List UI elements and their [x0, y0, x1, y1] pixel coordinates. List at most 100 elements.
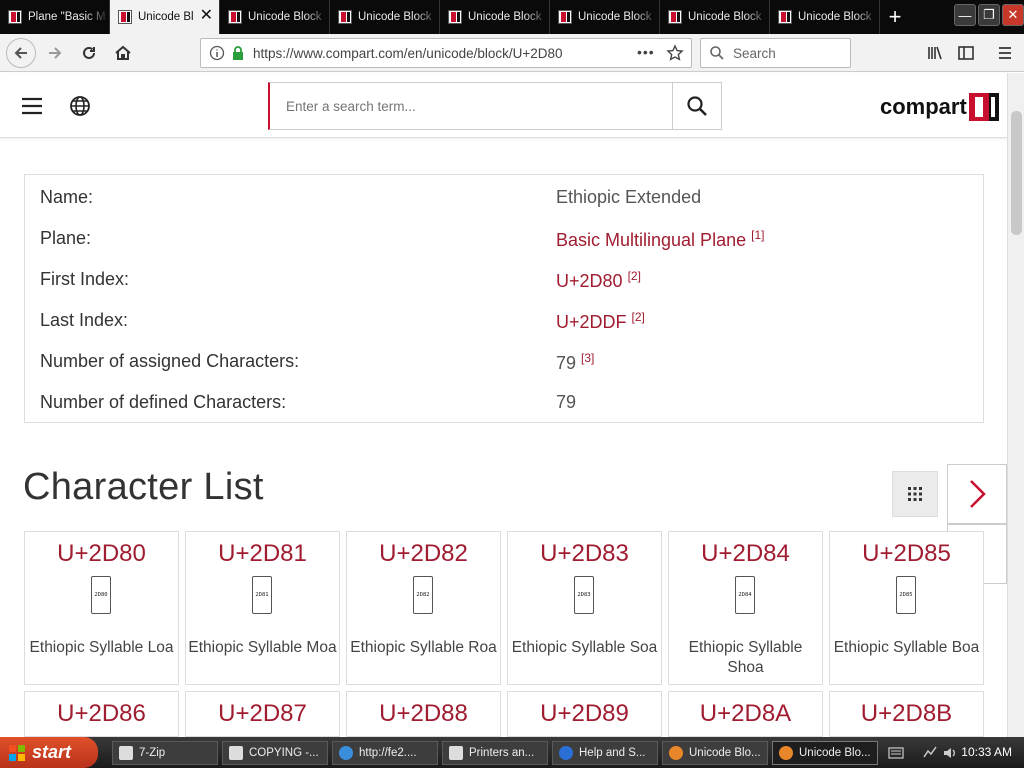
info-row-assigned: Number of assigned Characters: 79 [3] [25, 351, 983, 392]
character-card[interactable]: U+2D84 2D84 Ethiopic Syllable Shoa [668, 531, 823, 685]
character-card[interactable]: U+2D85 2D85 Ethiopic Syllable Boa [829, 531, 984, 685]
browser-tab-bar: Plane "Basic M Unicode Bl ✕ Unicode Block… [0, 0, 1024, 34]
taskbar-item-label: 7-Zip [139, 747, 166, 759]
browser-tab[interactable]: Unicode Block [770, 0, 880, 34]
lock-icon [233, 46, 243, 60]
character-card[interactable]: U+2D8B [829, 691, 984, 737]
windows-taskbar: start 7-Zip COPYING -... http://fe2.... … [0, 737, 1024, 768]
compart-logo[interactable]: compart [880, 91, 1001, 123]
character-card[interactable]: U+2D88 [346, 691, 501, 737]
tab-close-icon[interactable]: ✕ [200, 8, 213, 24]
page-actions-icon[interactable]: ••• [637, 44, 655, 60]
info-label: Last Index: [40, 310, 129, 330]
browser-tab[interactable]: Unicode Block [440, 0, 550, 34]
plane-link[interactable]: Basic Multilingual Plane [556, 230, 746, 250]
next-block-button[interactable] [947, 464, 1007, 524]
compart-favicon-icon [448, 10, 462, 24]
browser-tab[interactable]: Unicode Block [220, 0, 330, 34]
compart-favicon-icon [8, 10, 22, 24]
browser-search-bar[interactable]: Search [700, 38, 851, 68]
taskbar-item-help[interactable]: Help and S... [552, 741, 658, 765]
reference-link[interactable]: [3] [581, 351, 594, 365]
character-card[interactable]: U+2D89 [507, 691, 662, 737]
character-card[interactable]: U+2D86 [24, 691, 179, 737]
volume-icon[interactable] [942, 745, 958, 761]
sidebar-icon[interactable] [957, 44, 975, 62]
taskbar-item-copying[interactable]: COPYING -... [222, 741, 328, 765]
reference-link[interactable]: [2] [632, 310, 645, 324]
restore-button[interactable]: ❐ [978, 4, 1000, 26]
reference-link[interactable]: [2] [628, 269, 641, 283]
taskbar-item-label: http://fe2.... [359, 747, 417, 759]
taskbar-item-7zip[interactable]: 7-Zip [112, 741, 218, 765]
character-card[interactable]: U+2D87 [185, 691, 340, 737]
browser-search-placeholder: Search [733, 45, 776, 61]
library-icon[interactable] [926, 44, 944, 62]
compart-favicon-icon [668, 10, 682, 24]
close-window-button[interactable]: ✕ [1002, 4, 1024, 26]
browser-tab[interactable]: Unicode Block [330, 0, 440, 34]
compart-favicon-icon [338, 10, 352, 24]
grid-view-button[interactable] [892, 471, 938, 517]
back-button[interactable] [6, 37, 36, 68]
plane-link-row: Basic Multilingual Plane [1] [556, 228, 764, 251]
site-menu-icon[interactable] [21, 97, 43, 115]
character-code: U+2D89 [540, 700, 629, 727]
browser-tab[interactable]: Plane "Basic M [0, 0, 110, 34]
character-card[interactable]: U+2D83 2D83 Ethiopic Syllable Soa [507, 531, 662, 685]
last-index-link[interactable]: U+2DDF [556, 312, 627, 332]
character-code: U+2D83 [540, 540, 629, 567]
taskbar-clock: 10:33 AM [961, 745, 1012, 759]
minimize-button[interactable]: — [954, 4, 976, 26]
browser-nav-bar: https://www.compart.com/en/unicode/block… [0, 34, 1024, 72]
character-code: U+2D87 [218, 700, 307, 727]
forward-button[interactable] [40, 38, 70, 68]
start-button[interactable]: start [0, 737, 98, 768]
taskbar-item-label: Unicode Blo... [799, 747, 871, 759]
home-icon [115, 45, 131, 60]
info-row-defined: Number of defined Characters: 79 [25, 392, 983, 433]
internet-explorer-icon [339, 746, 353, 760]
url-bar[interactable]: https://www.compart.com/en/unicode/block… [200, 38, 692, 68]
character-card[interactable]: U+2D81 2D81 Ethiopic Syllable Moa [185, 531, 340, 685]
globe-icon[interactable] [69, 95, 91, 117]
hamburger-menu-icon[interactable] [996, 44, 1014, 62]
reference-link[interactable]: [1] [751, 228, 764, 242]
scrollbar-thumb[interactable] [1011, 111, 1022, 235]
browser-tab-active[interactable]: Unicode Bl ✕ [110, 0, 220, 34]
info-label: Plane: [40, 228, 92, 248]
info-icon[interactable] [209, 45, 225, 61]
site-search-button[interactable] [672, 83, 721, 129]
reload-button[interactable] [74, 38, 104, 68]
character-card[interactable]: U+2D80 2D80 Ethiopic Syllable Loa [24, 531, 179, 685]
taskbar-item-firefox[interactable]: Unicode Blo... [662, 741, 768, 765]
first-index-link[interactable]: U+2D80 [556, 271, 623, 291]
browser-tab[interactable]: Unicode Block [550, 0, 660, 34]
site-search-input[interactable] [270, 83, 672, 129]
info-value: 79 [556, 353, 577, 373]
character-name: Ethiopic Syllable Boa [833, 639, 980, 656]
taskbar-item-printers[interactable]: Printers an... [442, 741, 548, 765]
taskbar-item-label: Help and S... [579, 747, 646, 759]
taskbar-item-firefox-active[interactable]: Unicode Blo... [772, 741, 878, 765]
home-button[interactable] [108, 38, 138, 68]
new-tab-button[interactable]: + [880, 0, 910, 34]
character-code: U+2D8B [860, 700, 953, 727]
taskbar-item-ie[interactable]: http://fe2.... [332, 741, 438, 765]
site-search-box [268, 82, 722, 130]
compart-logo-mark-icon [968, 93, 999, 121]
network-icon[interactable] [922, 745, 938, 761]
page-scrollbar[interactable] [1007, 73, 1024, 737]
character-card[interactable]: U+2D8A [668, 691, 823, 737]
info-row-plane: Plane: Basic Multilingual Plane [1] [25, 228, 983, 269]
browser-tab[interactable]: Unicode Block [660, 0, 770, 34]
info-label: Number of assigned Characters: [40, 351, 300, 371]
info-label: Name: [40, 187, 94, 207]
keyboard-icon[interactable] [888, 746, 904, 760]
character-card[interactable]: U+2D82 2D82 Ethiopic Syllable Roa [346, 531, 501, 685]
site-header: compart [0, 73, 1007, 138]
bookmark-star-icon[interactable] [666, 44, 684, 62]
tab-title: Unicode Block [248, 11, 322, 23]
grid-icon [908, 487, 922, 501]
tab-title: Unicode Block [798, 11, 872, 23]
